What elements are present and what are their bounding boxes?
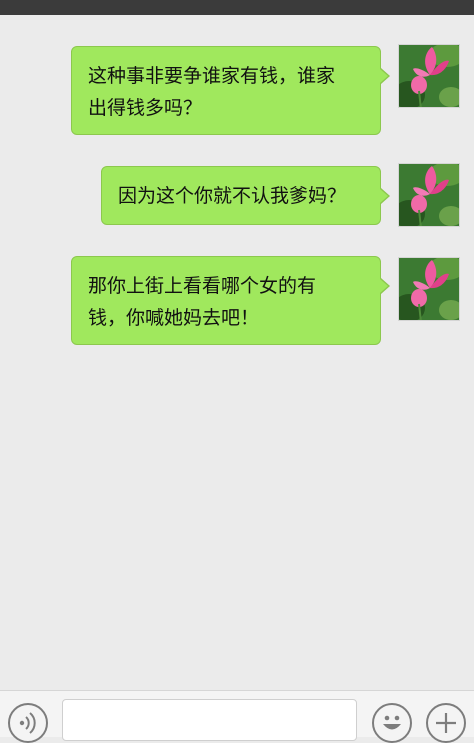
plus-button[interactable] — [426, 703, 466, 743]
plus-icon — [436, 713, 456, 733]
message-text-line: 因为这个你就不认我爹妈？ — [118, 185, 347, 207]
message-bubble[interactable]: 那你上街上看看哪个女的有 钱，你喊她妈去吧！ — [71, 256, 390, 345]
message-text-line: 那你上街上看看哪个女的有 — [88, 275, 317, 297]
emoji-icon — [383, 715, 401, 730]
input-bar — [0, 690, 474, 743]
status-bar — [0, 0, 474, 15]
avatar[interactable] — [398, 257, 460, 321]
avatar[interactable] — [398, 44, 460, 108]
message-bubble[interactable]: 这种事非要争谁家有钱，谁家 出得钱多吗？ — [71, 46, 390, 135]
message-text-line: 这种事非要争谁家有钱，谁家 — [88, 65, 336, 87]
message-text-line: 出得钱多吗？ — [88, 97, 203, 119]
message-bubble[interactable]: 因为这个你就不认我爹妈？ — [101, 166, 390, 225]
avatar[interactable] — [398, 163, 460, 227]
message-input[interactable] — [62, 699, 357, 741]
chat-area[interactable]: 这种事非要争谁家有钱，谁家 出得钱多吗？ 因为这个你就不认我爹妈？ 那你上街上看… — [0, 15, 474, 690]
voice-button[interactable] — [8, 703, 48, 743]
message-text-line: 钱，你喊她妈去吧！ — [88, 307, 260, 329]
emoji-button[interactable] — [372, 703, 412, 743]
voice-icon — [19, 712, 36, 734]
